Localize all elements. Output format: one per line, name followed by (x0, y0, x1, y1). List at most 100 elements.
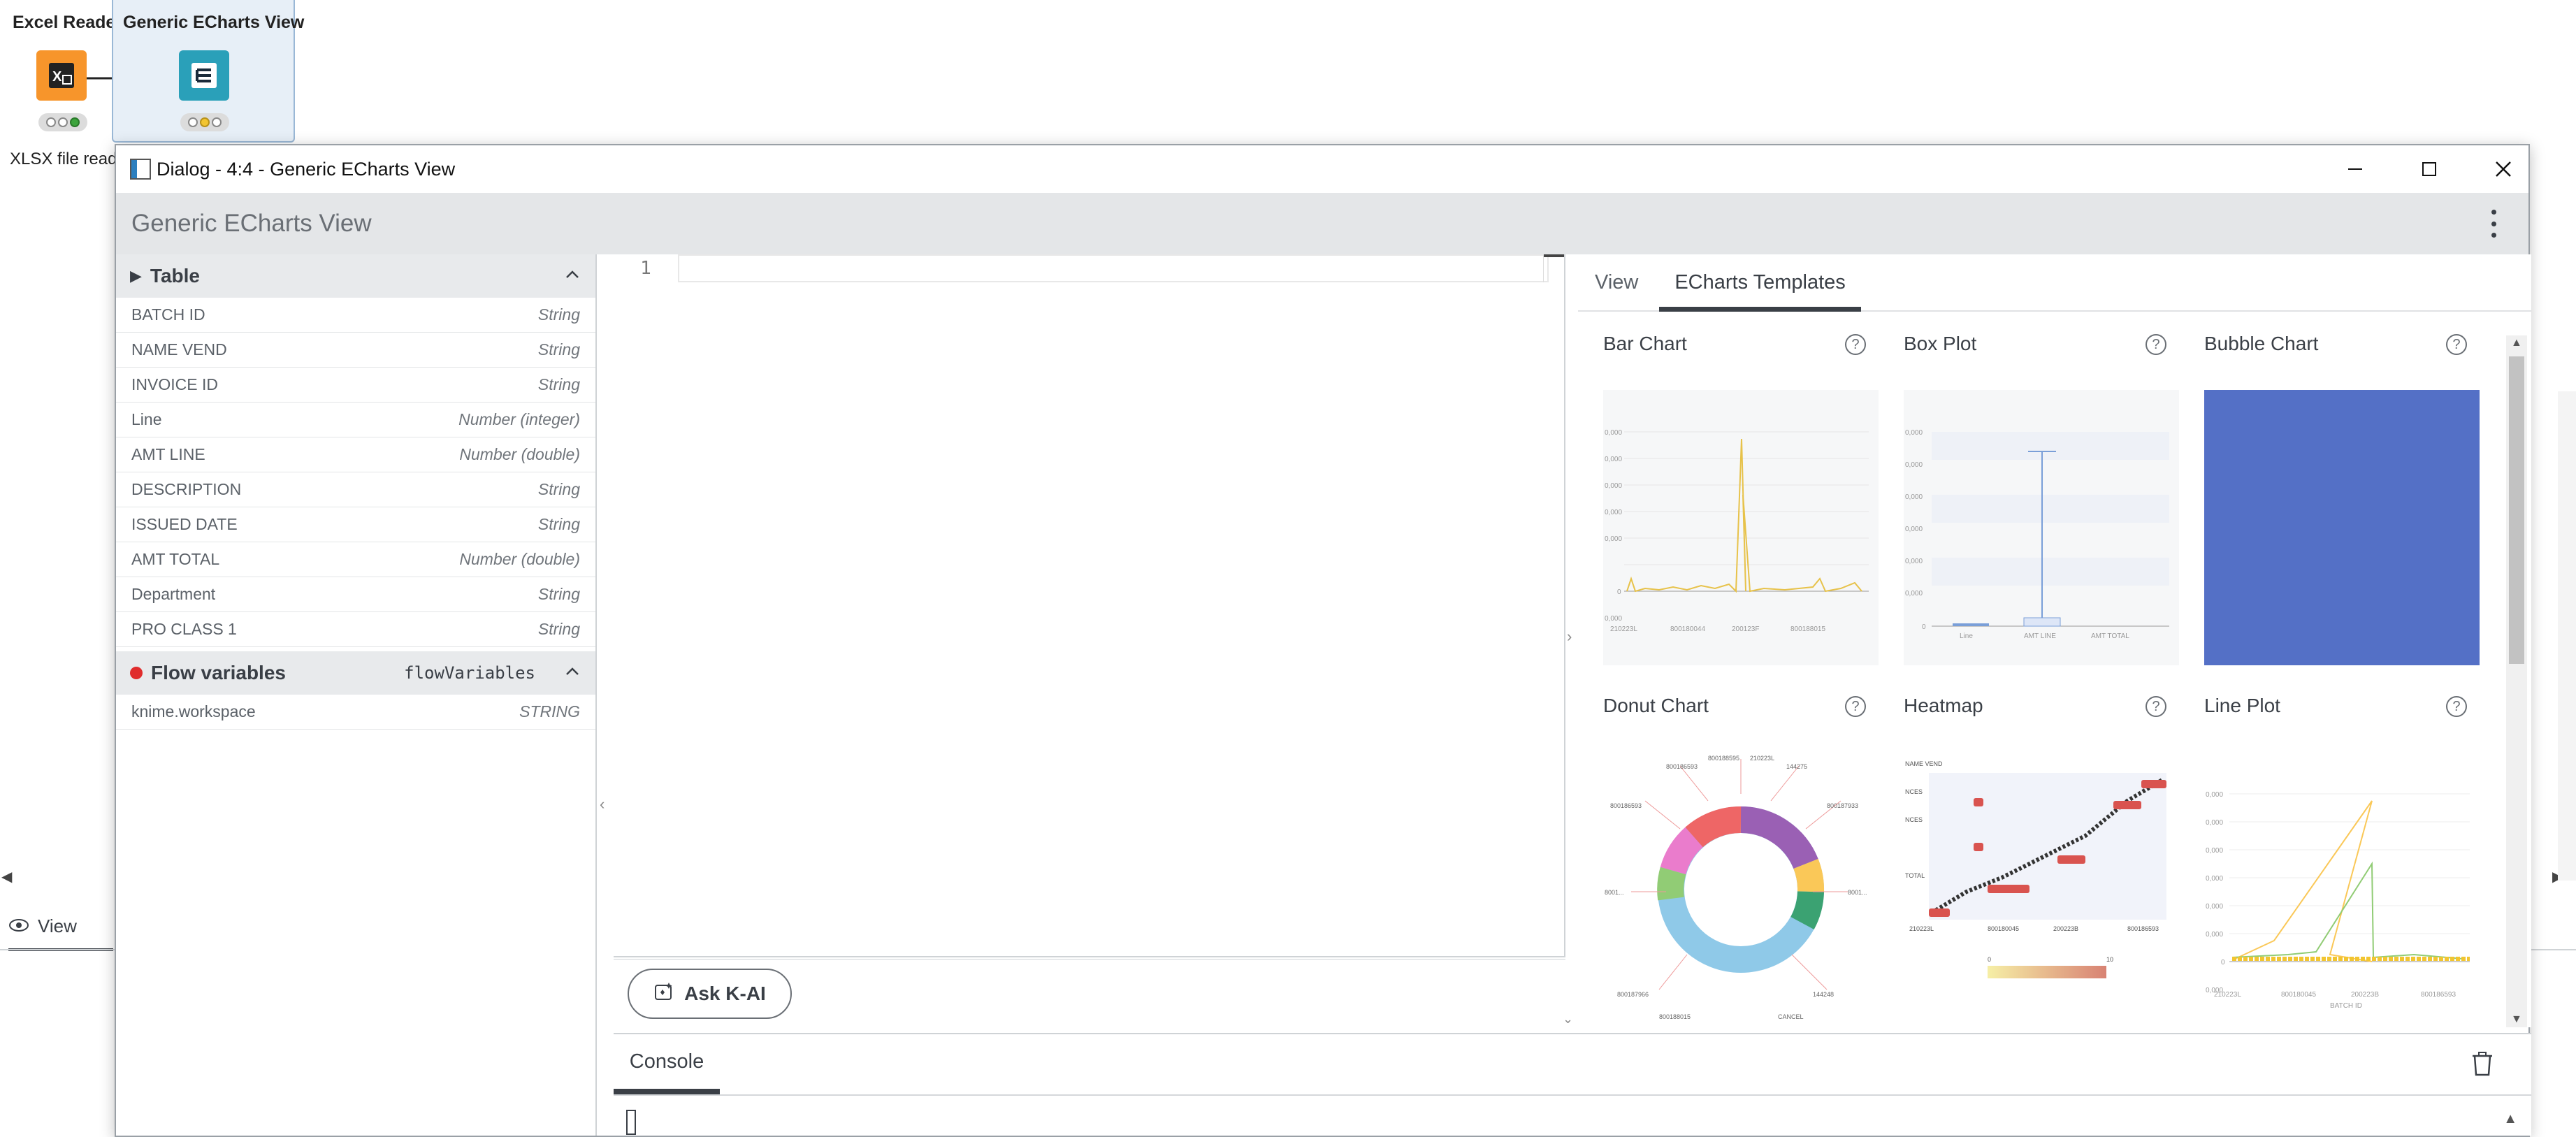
svg-text:0,000: 0,000 (1605, 482, 1622, 490)
collapse-left-grip-icon[interactable]: ‹ (600, 795, 605, 813)
tab-echarts-templates-label: ECharts Templates (1674, 270, 1846, 294)
scroll-down-icon[interactable]: ▼ (2511, 1013, 2522, 1026)
svg-text:NAME VEND: NAME VEND (1905, 760, 1943, 767)
help-icon[interactable]: ? (1845, 334, 1866, 355)
column-type: String (537, 585, 580, 603)
column-type: String (537, 305, 580, 324)
canvas-scrollbar[interactable] (2558, 391, 2576, 881)
console-scroll-up-icon[interactable]: ▲ (2503, 1111, 2517, 1127)
svg-text:800186593: 800186593 (1666, 763, 1698, 770)
svg-text:8001...: 8001... (1848, 889, 1867, 896)
template-title: Heatmap (1904, 695, 1983, 716)
maximize-button[interactable] (2408, 154, 2450, 184)
svg-text:0,000: 0,000 (1605, 509, 1622, 516)
editor-scrollbar[interactable] (1543, 254, 1564, 282)
collapse-right-grip-icon[interactable]: › (1567, 628, 1572, 646)
window-app-icon (130, 159, 151, 180)
table-section-header[interactable]: ▶ Table (116, 254, 595, 298)
console-input-cursor[interactable] (626, 1110, 636, 1135)
column-row[interactable]: INVOICE ID String (116, 368, 595, 403)
column-row[interactable]: AMT TOTAL Number (double) (116, 542, 595, 577)
svg-text:0,000: 0,000 (2206, 875, 2223, 883)
svg-text:NCES: NCES (1905, 788, 1923, 795)
scrollbar-thumb[interactable] (2509, 356, 2524, 664)
svg-text:0,000: 0,000 (1905, 526, 1923, 533)
minimize-button[interactable] (2334, 154, 2376, 184)
node-title: Excel Reader (13, 13, 123, 32)
bar-chart-thumbnail: 0,000 0,000 0,000 0,000 0,000 0 0,000 210223L 80… (1603, 390, 1879, 665)
flow-variable-row[interactable]: knime.workspace STRING (116, 695, 595, 730)
help-icon[interactable]: ? (2146, 334, 2166, 355)
column-row[interactable]: BATCH ID String (116, 298, 595, 333)
node-title: Generic ECharts View (123, 13, 305, 32)
column-name: PRO CLASS 1 (131, 620, 237, 638)
column-row[interactable]: AMT LINE Number (double) (116, 437, 595, 472)
tab-echarts-templates[interactable]: ECharts Templates (1659, 254, 1862, 312)
chevron-up-icon[interactable] (565, 664, 580, 679)
flow-variables-title: Flow variables (151, 662, 286, 683)
column-row[interactable]: Line Number (integer) (116, 403, 595, 437)
svg-text:Line: Line (1960, 632, 1973, 640)
column-name: INVOICE ID (131, 375, 218, 393)
column-type: Number (integer) (458, 410, 580, 428)
column-row[interactable]: DESCRIPTION String (116, 472, 595, 507)
trash-icon[interactable] (2468, 1050, 2496, 1078)
template-card-donut-chart[interactable]: Donut Chart ? 800188595 210223L 80018659… (1592, 686, 1879, 1023)
svg-text:144248: 144248 (1813, 991, 1834, 998)
svg-text:800180045: 800180045 (2281, 991, 2316, 999)
templates-scrollbar[interactable]: ▲ ▼ (2506, 335, 2527, 1027)
svg-text:AMT TOTAL: AMT TOTAL (2091, 632, 2129, 640)
close-button[interactable] (2482, 154, 2524, 184)
right-tabs: View ECharts Templates (1578, 254, 2531, 312)
help-icon[interactable]: ? (2446, 334, 2467, 355)
flow-variable-name: knime.workspace (131, 702, 256, 720)
column-type: String (537, 480, 580, 498)
svg-text:0,000: 0,000 (1605, 535, 1622, 543)
svg-text:0,000: 0,000 (1605, 456, 1622, 463)
template-title: Bar Chart (1603, 333, 1687, 354)
console-label: Console (629, 1050, 704, 1073)
bottom-view-tab[interactable]: View (8, 908, 77, 943)
svg-text:210223L: 210223L (1610, 625, 1637, 633)
column-row[interactable]: NAME VEND String (116, 333, 595, 368)
template-card-box-plot[interactable]: Box Plot ? 0,000 0,000 0,000 0,000 0,000 0,00… (1893, 324, 2179, 674)
column-row[interactable]: Department String (116, 577, 595, 612)
line-number: 1 (640, 258, 651, 279)
svg-text:200223B: 200223B (2351, 991, 2379, 999)
help-icon[interactable]: ? (1845, 696, 1866, 717)
tab-view[interactable]: View (1578, 254, 1655, 310)
column-row[interactable]: PRO CLASS 1 String (116, 612, 595, 647)
template-grid: Bar Chart ? 0,000 0,000 0,000 0,000 0,000 0 0,… (1592, 324, 2501, 1023)
svg-text:0: 0 (2221, 959, 2225, 966)
svg-text:0,000: 0,000 (1905, 493, 1923, 501)
template-card-heatmap[interactable]: Heatmap ? NAME VEND NCES NCES TOTAL 210223L 8… (1893, 686, 2179, 1023)
flow-variables-header[interactable]: Flow variables flowVariables (116, 651, 595, 695)
template-card-line-plot[interactable]: Line Plot ? 0,000 0,000 0,000 0,000 0,000 0,0… (2193, 686, 2480, 1023)
chevron-up-icon[interactable] (565, 267, 580, 282)
ask-k-ai-button[interactable]: Ask K-AI (628, 969, 792, 1019)
editor-bottom-border (614, 956, 1564, 957)
svg-text:800187933: 800187933 (1827, 802, 1858, 809)
template-card-bar-chart[interactable]: Bar Chart ? 0,000 0,000 0,000 0,000 0,000 0 0,… (1592, 324, 1879, 674)
column-row[interactable]: ISSUED DATE String (116, 507, 595, 542)
more-options-icon[interactable] (2487, 210, 2501, 238)
help-icon[interactable]: ? (2146, 696, 2166, 717)
code-editor[interactable]: 1 (614, 254, 1565, 957)
svg-text:0,000: 0,000 (1905, 461, 1923, 469)
svg-text:TOTAL: TOTAL (1905, 872, 1925, 879)
window-titlebar[interactable]: Dialog - 4:4 - Generic ECharts View (116, 145, 2528, 193)
column-type: Number (double) (459, 445, 580, 463)
svg-text:800186593: 800186593 (2421, 991, 2456, 999)
svg-text:800180044: 800180044 (1670, 625, 1705, 633)
scroll-up-icon[interactable]: ▲ (2511, 337, 2522, 349)
help-icon[interactable]: ? (2446, 696, 2467, 717)
template-card-bubble-chart[interactable]: Bubble Chart ? (2193, 324, 2480, 674)
current-line-highlight[interactable] (678, 254, 1549, 282)
svg-text:0,000: 0,000 (2206, 903, 2223, 911)
echarts-icon[interactable] (179, 50, 229, 101)
svg-text:210223L: 210223L (1909, 925, 1934, 932)
excel-reader-icon[interactable]: X (36, 50, 87, 101)
echarts-view-node[interactable]: Generic ECharts View (112, 0, 304, 143)
canvas-scroll-left-icon[interactable]: ◀ (1, 868, 12, 889)
console-tab[interactable]: Console (614, 1034, 720, 1094)
